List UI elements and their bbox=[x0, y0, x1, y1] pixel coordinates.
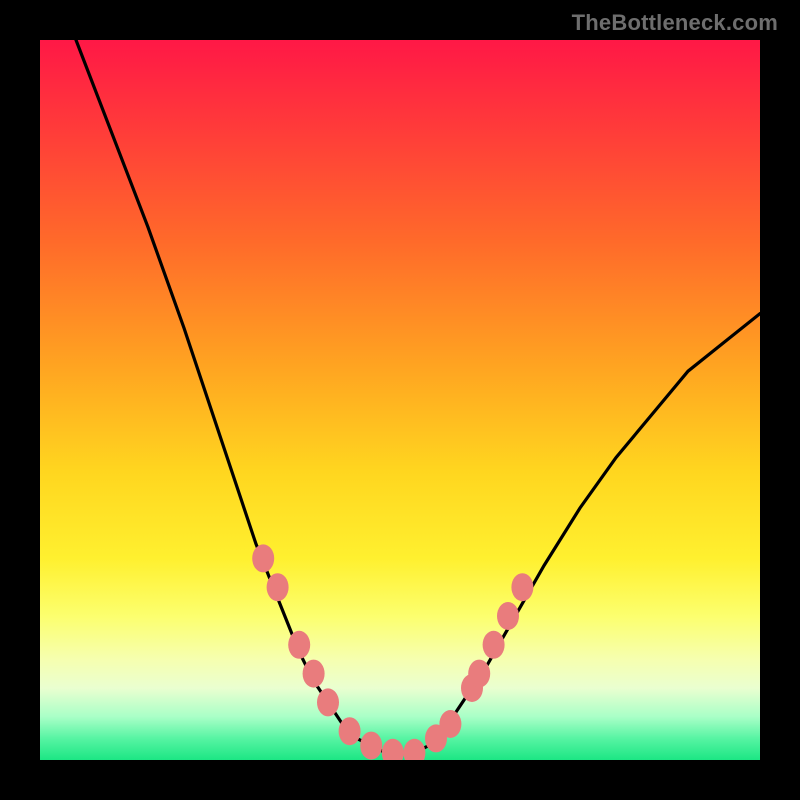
chart-container: TheBottleneck.com bbox=[0, 0, 800, 800]
gradient-background bbox=[40, 40, 760, 760]
marker-point bbox=[468, 660, 490, 688]
marker-point bbox=[267, 573, 289, 601]
marker-point bbox=[497, 602, 519, 630]
chart-svg bbox=[40, 40, 760, 760]
marker-point bbox=[317, 688, 339, 716]
marker-point bbox=[339, 717, 361, 745]
marker-point bbox=[288, 631, 310, 659]
marker-point bbox=[360, 732, 382, 760]
watermark-text: TheBottleneck.com bbox=[572, 10, 778, 36]
marker-point bbox=[252, 544, 274, 572]
marker-point bbox=[483, 631, 505, 659]
plot-area bbox=[40, 40, 760, 760]
marker-point bbox=[511, 573, 533, 601]
marker-point bbox=[303, 660, 325, 688]
marker-point bbox=[439, 710, 461, 738]
